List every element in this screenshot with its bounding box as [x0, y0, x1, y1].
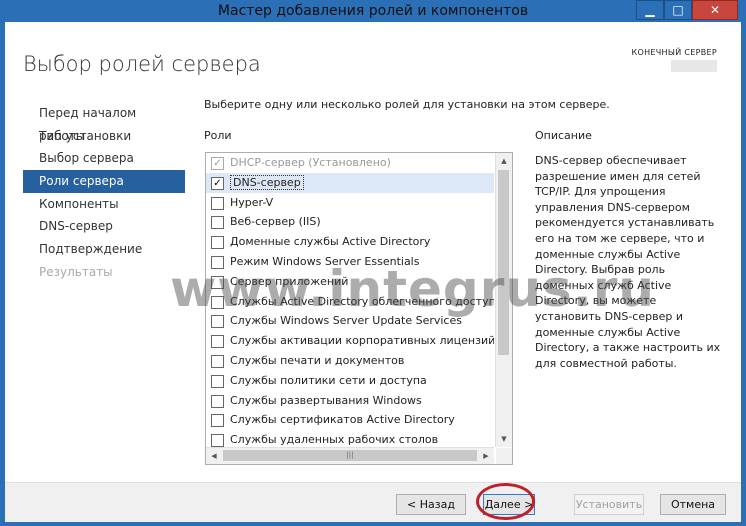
- wizard-content: Выбор ролей сервера КОНЕЧНЫЙ СЕРВЕР Пере…: [5, 22, 741, 522]
- role-label: Службы политики сети и доступа: [230, 373, 427, 387]
- horizontal-scroll-thumb[interactable]: |||: [223, 450, 477, 461]
- minimize-icon[interactable]: ▁: [636, 0, 664, 20]
- role-row[interactable]: ✓ DNS-сервер: [206, 172, 494, 193]
- role-checkbox[interactable]: [211, 374, 224, 388]
- cancel-button[interactable]: Отмена: [660, 494, 726, 515]
- back-button[interactable]: < Назад: [396, 494, 466, 515]
- role-checkbox[interactable]: [211, 354, 224, 368]
- nav-step-6[interactable]: DNS-сервер: [23, 215, 185, 238]
- page-title: Выбор ролей сервера: [23, 52, 261, 76]
- role-checkbox[interactable]: [211, 394, 224, 408]
- nav-step-4[interactable]: Роли сервера: [23, 170, 185, 193]
- wizard-steps-nav: Перед началом работы Тип установки Выбор с…: [23, 102, 185, 284]
- roles-heading: Роли: [204, 129, 232, 142]
- close-icon[interactable]: ✕: [692, 0, 738, 20]
- role-label: Hyper-V: [230, 195, 274, 209]
- role-label: DHCP-сервер (Установлено): [230, 156, 391, 169]
- role-checkbox[interactable]: ✓: [211, 176, 224, 190]
- role-checkbox[interactable]: [211, 434, 224, 447]
- role-row[interactable]: Службы удаленных рабочих столов: [206, 430, 494, 447]
- next-button-highlight-circle: [476, 483, 535, 520]
- destination-server-label: КОНЕЧНЫЙ СЕРВЕР: [631, 48, 717, 57]
- title-bar[interactable]: Мастер добавления ролей и компонентов ▁ …: [0, 0, 746, 22]
- role-row[interactable]: Службы активации корпоративных лицензий: [206, 331, 494, 351]
- scrollbar-corner: [496, 448, 512, 464]
- role-checkbox[interactable]: [211, 216, 224, 230]
- scroll-down-icon[interactable]: ▼: [496, 431, 512, 447]
- role-row[interactable]: Hyper-V: [206, 193, 494, 213]
- role-label: Веб-сервер (IIS): [230, 215, 321, 229]
- wizard-footer: < Назад Далее > Установить Отмена: [5, 482, 741, 522]
- role-label: Доменные службы Active Directory: [230, 235, 431, 249]
- destination-server-name-redacted: [671, 60, 717, 72]
- watermark: www.integrus.ru: [170, 260, 655, 318]
- window-title: Мастер добавления ролей и компонентов: [217, 3, 529, 19]
- nav-step-1[interactable]: Перед началом работы: [23, 102, 185, 143]
- scroll-up-icon[interactable]: ▲: [496, 153, 512, 169]
- role-label: Службы сертификатов Active Directory: [230, 413, 455, 427]
- nav-step-7[interactable]: Подтверждение: [23, 238, 185, 261]
- role-row[interactable]: Службы печати и документов: [206, 351, 494, 371]
- maximize-icon[interactable]: □: [664, 0, 692, 20]
- window-controls: ▁ □ ✕: [636, 0, 738, 20]
- install-button[interactable]: Установить: [574, 494, 644, 515]
- role-row[interactable]: Службы политики сети и доступа: [206, 371, 494, 391]
- role-checkbox[interactable]: [211, 414, 224, 428]
- wizard-window: Мастер добавления ролей и компонентов ▁ …: [0, 0, 746, 526]
- nav-step-2[interactable]: Тип установки: [23, 125, 185, 148]
- horizontal-scrollbar[interactable]: ◀ ||| ▶: [206, 447, 494, 464]
- role-label: Службы удаленных рабочих столов: [230, 433, 439, 447]
- nav-step-3[interactable]: Выбор сервера: [23, 147, 185, 170]
- scroll-left-icon[interactable]: ◀: [206, 448, 222, 464]
- role-checkbox: ✓: [211, 157, 224, 170]
- role-row[interactable]: Службы развертывания Windows: [206, 391, 494, 411]
- role-row[interactable]: Службы сертификатов Active Directory: [206, 410, 494, 430]
- role-checkbox[interactable]: [211, 236, 224, 250]
- role-row[interactable]: ✓ DHCP-сервер (Установлено): [206, 153, 494, 173]
- scroll-right-icon[interactable]: ▶: [478, 448, 494, 464]
- role-label: Службы печати и документов: [230, 353, 405, 367]
- role-label: Службы активации корпоративных лицензий: [230, 334, 494, 348]
- instruction-text: Выберите одну или несколько ролей для ус…: [204, 98, 610, 111]
- nav-step-8: Результаты: [39, 264, 113, 279]
- role-label: DNS-сервер: [230, 174, 304, 190]
- role-label: Службы развертывания Windows: [230, 393, 422, 407]
- role-row[interactable]: Веб-сервер (IIS): [206, 212, 494, 232]
- role-row[interactable]: Доменные службы Active Directory: [206, 232, 494, 252]
- role-checkbox[interactable]: [211, 196, 224, 210]
- role-checkbox[interactable]: [211, 335, 224, 349]
- description-heading: Описание: [535, 129, 592, 142]
- nav-step-5[interactable]: Компоненты: [23, 193, 185, 216]
